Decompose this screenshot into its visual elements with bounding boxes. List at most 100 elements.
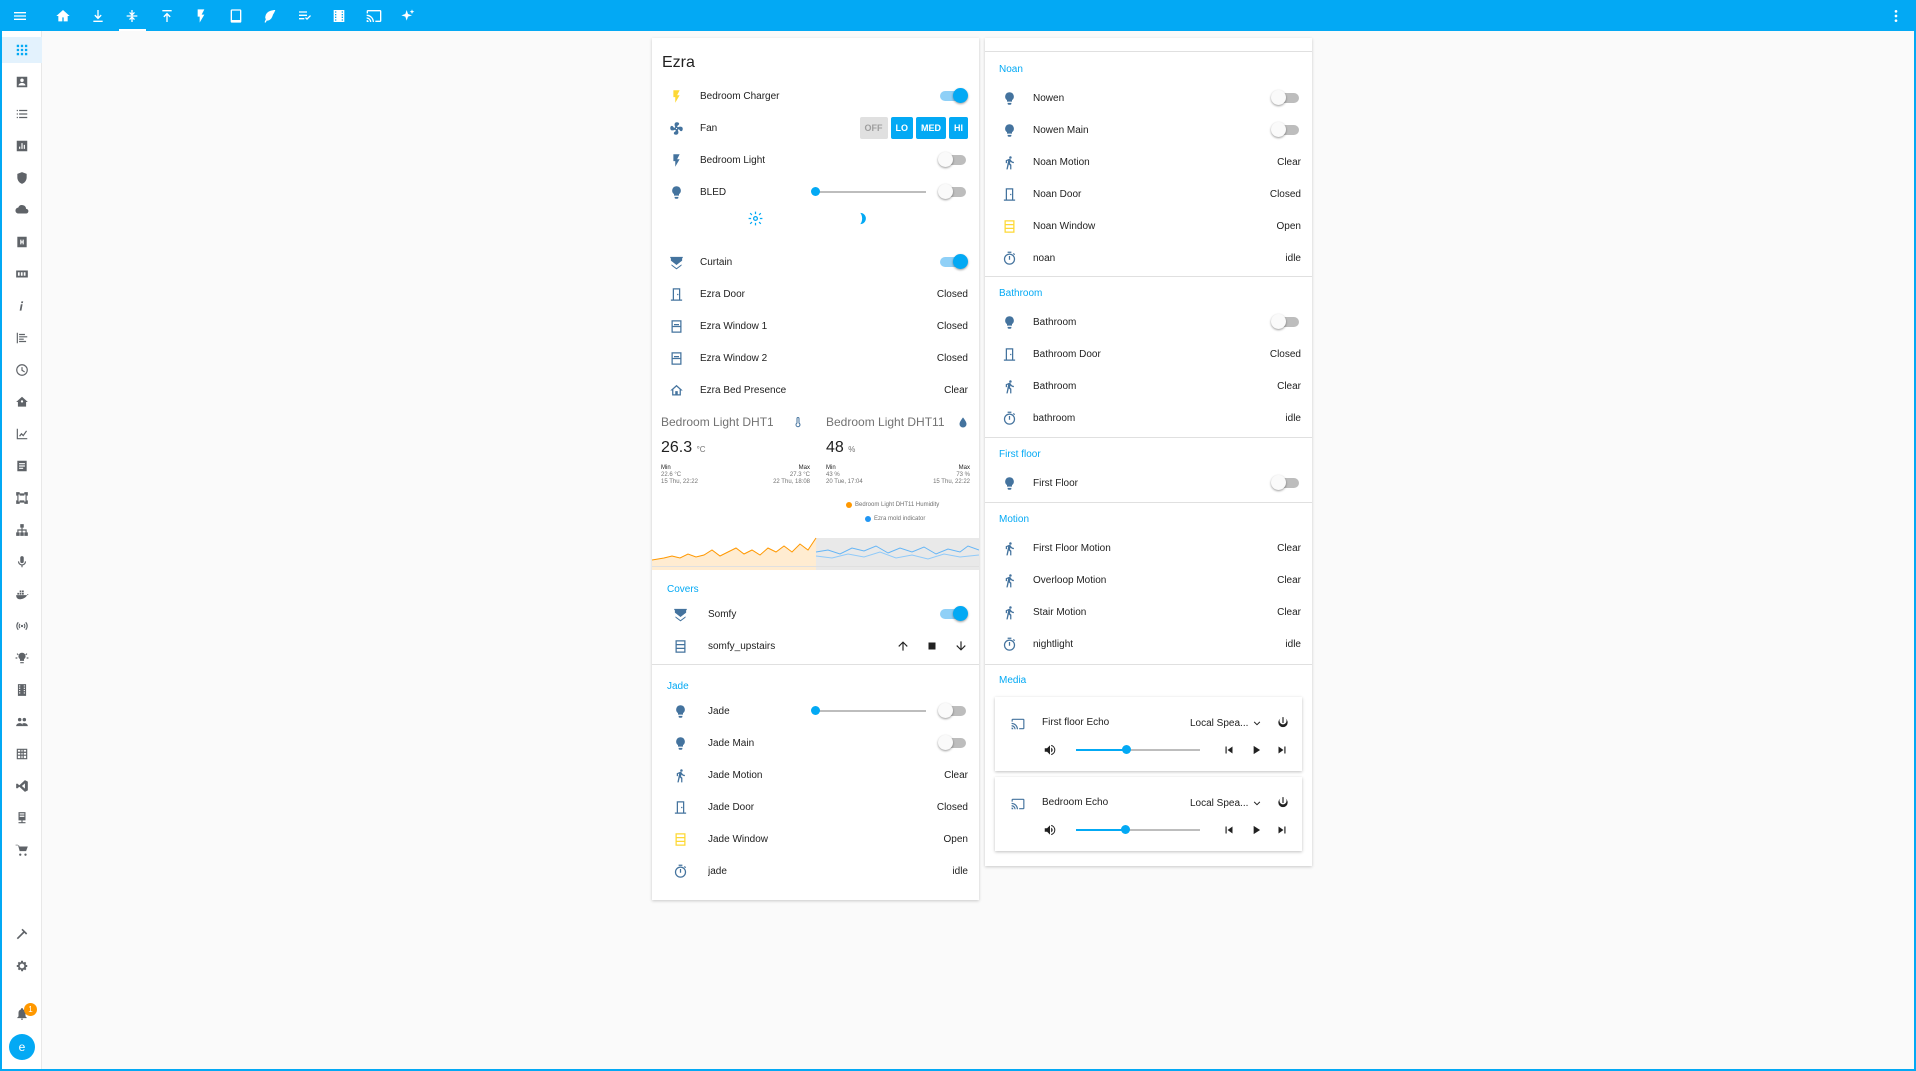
sidebar-item-list[interactable] <box>2 101 42 127</box>
entity-row[interactable]: noan idle <box>985 242 1312 274</box>
toggle-switch[interactable] <box>938 735 966 750</box>
entity-row[interactable]: Jade Motion Clear <box>652 759 979 791</box>
entity-row[interactable]: Ezra Door Closed <box>652 278 979 310</box>
volume-button[interactable] <box>1043 743 1057 762</box>
power-button[interactable] <box>1276 796 1290 815</box>
tab-downstairs[interactable] <box>81 0 116 31</box>
slider-knob[interactable] <box>1121 825 1130 834</box>
tab-assist[interactable] <box>391 0 426 31</box>
sidebar-item-vscode[interactable] <box>2 773 42 799</box>
tab-upstairs[interactable] <box>115 0 150 31</box>
fan-medium-button[interactable]: MED <box>916 117 946 139</box>
sidebar-item-map[interactable] <box>2 389 42 415</box>
toggle-switch[interactable] <box>940 606 968 621</box>
entity-row[interactable]: Jade <box>652 695 979 727</box>
tab-cast[interactable] <box>357 0 392 31</box>
tab-tablet[interactable] <box>219 0 254 31</box>
play-button[interactable] <box>1249 743 1263 762</box>
overflow-menu-button[interactable] <box>1888 0 1904 31</box>
entity-row[interactable]: Bathroom Door Closed <box>985 338 1312 370</box>
entity-row[interactable]: Bathroom <box>985 306 1312 338</box>
sidebar-item-logbook[interactable] <box>2 325 42 351</box>
entity-row[interactable]: Overloop Motion Clear <box>985 564 1312 596</box>
volume-button[interactable] <box>1043 823 1057 842</box>
entity-row[interactable]: Jade Main <box>652 727 979 759</box>
fan-low-button[interactable]: LO <box>890 117 913 139</box>
toggle-switch[interactable] <box>1271 314 1299 329</box>
sidebar-item-lights[interactable] <box>2 645 42 671</box>
entity-row[interactable]: nightlight idle <box>985 628 1312 660</box>
brightness-up-icon[interactable] <box>748 211 763 231</box>
brightness-slider[interactable] <box>811 706 926 715</box>
sidebar-item-notes[interactable] <box>2 453 42 479</box>
fan-off-button[interactable]: OFF <box>859 117 888 139</box>
entity-row[interactable]: Jade Window Open <box>652 823 979 855</box>
entity-row[interactable]: First Floor Motion Clear <box>985 532 1312 564</box>
sidebar-item-security[interactable] <box>2 165 42 191</box>
entity-row[interactable]: Nowen <box>985 82 1312 114</box>
toggle-switch[interactable] <box>938 152 966 167</box>
brightness-slider[interactable] <box>811 187 926 196</box>
sidebar-item-network[interactable] <box>2 517 42 543</box>
entity-row[interactable]: BLED <box>652 176 979 208</box>
tab-energy[interactable] <box>184 0 219 31</box>
tab-media[interactable] <box>322 0 357 31</box>
sidebar-item-profile[interactable]: e <box>2 1031 42 1063</box>
sidebar-item-overview[interactable] <box>2 37 42 63</box>
toggle-switch[interactable] <box>1271 90 1299 105</box>
entity-row[interactable]: Curtain <box>652 246 979 278</box>
entity-row[interactable]: jade idle <box>652 855 979 887</box>
sidebar-item-voice[interactable] <box>2 549 42 575</box>
cover-close-button[interactable] <box>946 639 975 653</box>
power-button[interactable] <box>1276 716 1290 735</box>
entity-row[interactable]: Ezra Window 2 Closed <box>652 342 979 374</box>
sidebar-item-notifications[interactable]: 1 <box>2 1001 42 1027</box>
sidebar-item-developer-tools[interactable] <box>2 921 42 947</box>
tab-garden[interactable] <box>253 0 288 31</box>
entity-row[interactable]: Noan Door Closed <box>985 178 1312 210</box>
toggle-switch[interactable] <box>1271 122 1299 137</box>
source-select[interactable]: Local Spea... <box>1190 797 1263 809</box>
entity-row[interactable]: Jade Door Closed <box>652 791 979 823</box>
play-button[interactable] <box>1249 823 1263 842</box>
sidebar-item-cloud[interactable] <box>2 197 42 223</box>
toggle-switch[interactable] <box>938 703 966 718</box>
entity-row[interactable]: Bathroom Clear <box>985 370 1312 402</box>
toggle-switch[interactable] <box>938 184 966 199</box>
entity-row[interactable]: Bedroom Charger <box>652 80 979 112</box>
sidebar-item-shopping[interactable] <box>2 837 42 863</box>
sidebar-item-users[interactable] <box>2 709 42 735</box>
previous-track-button[interactable] <box>1222 823 1236 842</box>
sidebar-item-energy[interactable] <box>2 133 42 159</box>
next-track-button[interactable] <box>1275 823 1289 842</box>
entity-row[interactable]: Somfy <box>652 598 979 630</box>
entity-row[interactable]: Noan Motion Clear <box>985 146 1312 178</box>
slider-knob[interactable] <box>1122 745 1131 754</box>
sidebar-item-server[interactable] <box>2 805 42 831</box>
cover-stop-button[interactable] <box>917 639 946 653</box>
entity-row[interactable]: Ezra Bed Presence Clear <box>652 374 979 406</box>
entity-row[interactable]: Bedroom Light <box>652 144 979 176</box>
sidebar-item-esphome[interactable] <box>2 261 42 287</box>
sidebar-item-history[interactable] <box>2 357 42 383</box>
tab-home[interactable] <box>46 0 81 31</box>
sidebar-item-info[interactable] <box>2 293 42 319</box>
tab-tasks[interactable] <box>288 0 323 31</box>
sidebar-item-settings[interactable] <box>2 953 42 979</box>
sidebar-item-people[interactable] <box>2 69 42 95</box>
slider-knob[interactable] <box>811 187 820 196</box>
menu-button[interactable] <box>0 0 40 31</box>
night-mode-icon[interactable] <box>854 211 869 231</box>
slider-knob[interactable] <box>811 706 820 715</box>
cover-open-button[interactable] <box>888 639 917 653</box>
source-select[interactable]: Local Spea... <box>1190 717 1263 729</box>
toggle-switch[interactable] <box>940 254 968 269</box>
sidebar-item-statistics[interactable] <box>2 421 42 447</box>
sidebar-item-docker[interactable] <box>2 581 42 607</box>
fan-high-button[interactable]: HI <box>949 117 968 139</box>
sidebar-item-radio[interactable] <box>2 613 42 639</box>
toggle-switch[interactable] <box>1271 475 1299 490</box>
toggle-switch[interactable] <box>940 88 968 103</box>
entity-row[interactable]: Nowen Main <box>985 114 1312 146</box>
sidebar-item-tables[interactable] <box>2 741 42 767</box>
